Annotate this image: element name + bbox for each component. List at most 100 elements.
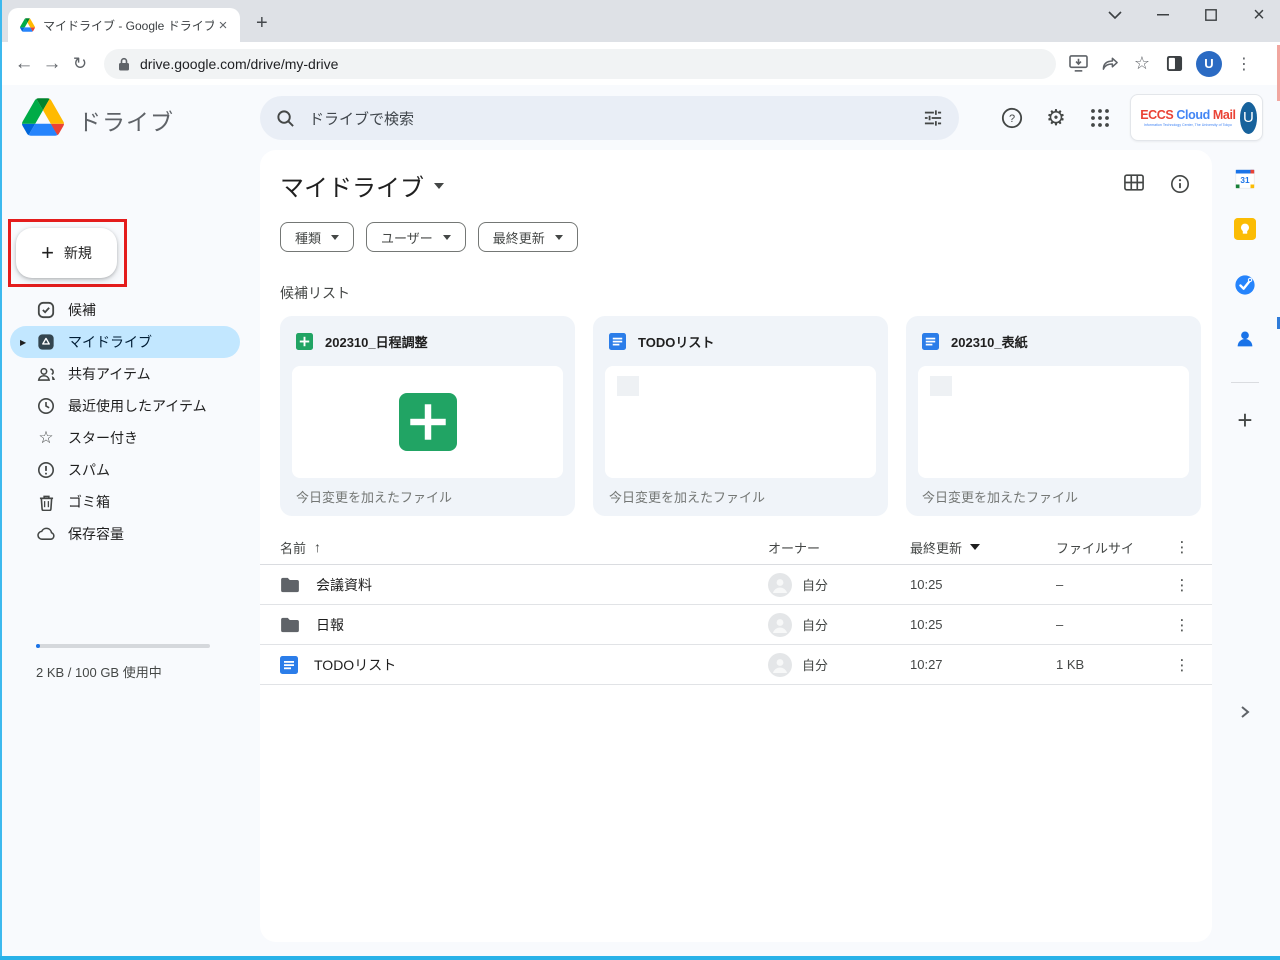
drive-app: ドライブ ドライブで検索 ? ⚙ EC xyxy=(0,85,1280,957)
column-header-size[interactable]: ファイルサイ xyxy=(1056,538,1164,557)
browser-tab-strip: マイドライブ - Google ドライブ × + × xyxy=(0,0,1280,42)
suggestions-section-label: 候補リスト xyxy=(280,283,350,303)
drive-app-name: ドライブ xyxy=(78,103,174,137)
suggested-file-card[interactable]: 202310_日程調整 今日変更を加えたファイル xyxy=(280,316,575,516)
drive-favicon xyxy=(20,18,35,32)
tab-close-icon[interactable]: × xyxy=(214,16,232,34)
column-header-modified[interactable]: 最終更新 xyxy=(910,538,1056,557)
calendar-icon[interactable]: 31 xyxy=(1234,168,1256,190)
sheets-logo-large xyxy=(399,393,457,451)
sort-ascending-icon: ↑ xyxy=(314,539,321,555)
star-icon: ☆ xyxy=(36,428,56,448)
url-text: drive.google.com/drive/my-drive xyxy=(140,56,338,72)
new-tab-button[interactable]: + xyxy=(256,13,268,33)
chevron-down-icon xyxy=(443,235,451,240)
share-icon[interactable] xyxy=(1096,50,1124,78)
card-caption: 今日変更を加えたファイル xyxy=(280,478,575,515)
info-icon[interactable] xyxy=(1170,174,1190,194)
table-row[interactable]: 日報 自分 10:25 – ⋮ xyxy=(260,605,1212,645)
search-options-tune-icon[interactable] xyxy=(923,109,943,127)
my-drive-icon xyxy=(36,333,56,351)
trash-icon xyxy=(36,494,56,511)
sidebar-item-shared[interactable]: 共有アイテム xyxy=(10,358,240,390)
drive-search-bar[interactable]: ドライブで検索 xyxy=(260,96,959,140)
search-placeholder: ドライブで検索 xyxy=(309,108,923,129)
browser-toolbar: ← → ↻ drive.google.com/drive/my-drive ☆ … xyxy=(0,42,1280,85)
contacts-icon[interactable] xyxy=(1234,328,1256,350)
storage-usage-text: 2 KB / 100 GB 使用中 xyxy=(36,662,162,681)
browser-menu-kebab-icon[interactable]: ⋮ xyxy=(1230,50,1258,78)
folder-icon xyxy=(280,617,300,633)
sidebar-item-suggested[interactable]: 候補 xyxy=(10,294,240,326)
sidebar-item-my-drive[interactable]: ▶ マイドライブ xyxy=(10,326,240,358)
row-menu-kebab-icon[interactable]: ⋮ xyxy=(1164,656,1200,674)
storage-used-segment xyxy=(36,644,40,648)
account-avatar[interactable]: U xyxy=(1240,102,1257,134)
browser-avatar[interactable]: U xyxy=(1196,51,1222,77)
chevron-down-icon xyxy=(555,235,563,240)
cloud-icon xyxy=(36,527,56,541)
screen-edge-bottom xyxy=(0,956,1280,960)
sort-caret-icon xyxy=(970,544,980,550)
keep-icon[interactable] xyxy=(1234,218,1256,240)
show-side-panel-chevron-icon[interactable] xyxy=(1240,705,1250,719)
account-logo-text: ECCS Cloud Mail xyxy=(1139,108,1237,122)
file-thumbnail xyxy=(918,366,1189,478)
sidebar-item-recent[interactable]: 最近使用したアイテム xyxy=(10,390,240,422)
get-addons-plus-icon[interactable]: + xyxy=(1237,405,1252,436)
filter-chip-type[interactable]: 種類 xyxy=(280,222,354,252)
column-header-name[interactable]: 名前↑ xyxy=(280,538,768,557)
search-icon xyxy=(276,109,295,128)
url-bar[interactable]: drive.google.com/drive/my-drive xyxy=(104,49,1056,79)
suggested-file-card[interactable]: 202310_表紙 今日変更を加えたファイル xyxy=(906,316,1201,516)
grid-view-icon[interactable] xyxy=(1124,174,1144,194)
reload-icon[interactable]: ↻ xyxy=(66,50,94,78)
sidebar-item-storage[interactable]: 保存容量 xyxy=(10,518,240,550)
bookmark-star-icon[interactable]: ☆ xyxy=(1128,50,1156,78)
row-menu-kebab-icon[interactable]: ⋮ xyxy=(1164,616,1200,634)
expand-arrow-icon[interactable]: ▶ xyxy=(20,338,26,347)
window-close-button[interactable]: × xyxy=(1248,4,1270,26)
help-icon[interactable]: ? xyxy=(992,98,1032,138)
side-panel-icon[interactable] xyxy=(1160,50,1188,78)
browser-tab[interactable]: マイドライブ - Google ドライブ × xyxy=(8,8,240,42)
folder-icon xyxy=(280,577,300,593)
docs-file-icon xyxy=(280,656,298,674)
tasks-icon[interactable] xyxy=(1234,274,1256,296)
install-icon[interactable] xyxy=(1064,50,1092,78)
plus-icon: + xyxy=(41,243,54,263)
window-maximize-button[interactable] xyxy=(1200,4,1222,26)
thumbnail-content-stub xyxy=(930,376,952,396)
column-header-owner[interactable]: オーナー xyxy=(768,538,910,557)
title-dropdown-caret-icon[interactable] xyxy=(434,183,444,189)
column-settings-kebab-icon[interactable]: ⋮ xyxy=(1164,538,1200,556)
svg-text:?: ? xyxy=(1009,113,1015,125)
sidebar-item-trash[interactable]: ゴミ箱 xyxy=(10,486,240,518)
forward-icon[interactable]: → xyxy=(38,50,66,78)
svg-text:31: 31 xyxy=(1240,176,1250,185)
tab-search-chevron-icon[interactable] xyxy=(1104,4,1126,26)
filter-chip-people[interactable]: ユーザー xyxy=(366,222,466,252)
sidebar-item-spam[interactable]: スパム xyxy=(10,454,240,486)
sidebar-item-starred[interactable]: ☆ スター付き xyxy=(10,422,240,454)
table-row[interactable]: TODOリスト 自分 10:27 1 KB ⋮ xyxy=(260,645,1212,685)
new-button[interactable]: + 新規 xyxy=(16,228,117,278)
docs-file-icon xyxy=(609,333,626,350)
google-apps-grid-icon[interactable] xyxy=(1080,98,1120,138)
filter-chip-modified[interactable]: 最終更新 xyxy=(478,222,578,252)
account-logo-subtitle: Information Technology Center, The Unive… xyxy=(1144,122,1232,127)
drive-sidebar: + 新規 候補 ▶ マイドライブ 共有アイテム xyxy=(0,150,250,957)
tab-title: マイドライブ - Google ドライブ xyxy=(43,17,214,34)
storage-progress-bar xyxy=(36,644,210,648)
clock-icon xyxy=(36,397,56,415)
window-minimize-button[interactable] xyxy=(1152,4,1174,26)
card-caption: 今日変更を加えたファイル xyxy=(593,478,888,515)
row-menu-kebab-icon[interactable]: ⋮ xyxy=(1164,576,1200,594)
suggested-file-card[interactable]: TODOリスト 今日変更を加えたファイル xyxy=(593,316,888,516)
settings-gear-icon[interactable]: ⚙ xyxy=(1036,98,1076,138)
account-badge[interactable]: ECCS Cloud Mail Information Technology C… xyxy=(1130,94,1263,141)
back-icon[interactable]: ← xyxy=(10,50,38,78)
spam-alert-icon xyxy=(36,461,56,479)
table-row[interactable]: 会議資料 自分 10:25 – ⋮ xyxy=(260,565,1212,605)
file-list-table: 名前↑ オーナー 最終更新 ファイルサイ ⋮ 会議資料 xyxy=(260,530,1212,685)
